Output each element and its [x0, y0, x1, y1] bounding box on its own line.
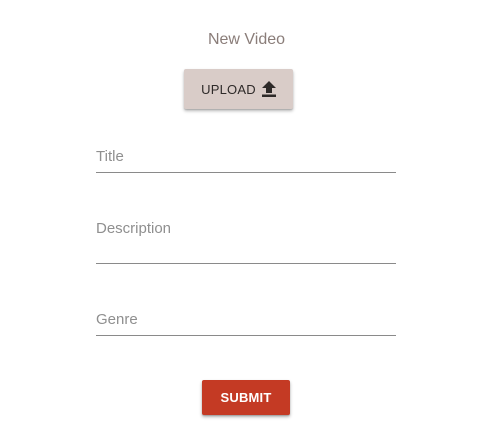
new-video-page: New Video UPLOAD Title Description Genre…	[0, 0, 493, 443]
upload-button-label: UPLOAD	[201, 81, 256, 97]
description-field: Description	[96, 220, 396, 265]
title-field: Title	[96, 148, 396, 174]
title-input[interactable]	[96, 148, 396, 173]
description-input[interactable]	[96, 220, 396, 264]
form-title: New Video	[207, 31, 286, 48]
upload-button[interactable]: UPLOAD	[184, 69, 293, 109]
submit-button[interactable]: SUBMIT	[202, 380, 290, 415]
genre-input[interactable]	[96, 311, 396, 336]
upload-arrow-icon	[261, 81, 276, 97]
genre-field: Genre	[96, 311, 396, 337]
submit-button-label: SUBMIT	[220, 390, 272, 405]
